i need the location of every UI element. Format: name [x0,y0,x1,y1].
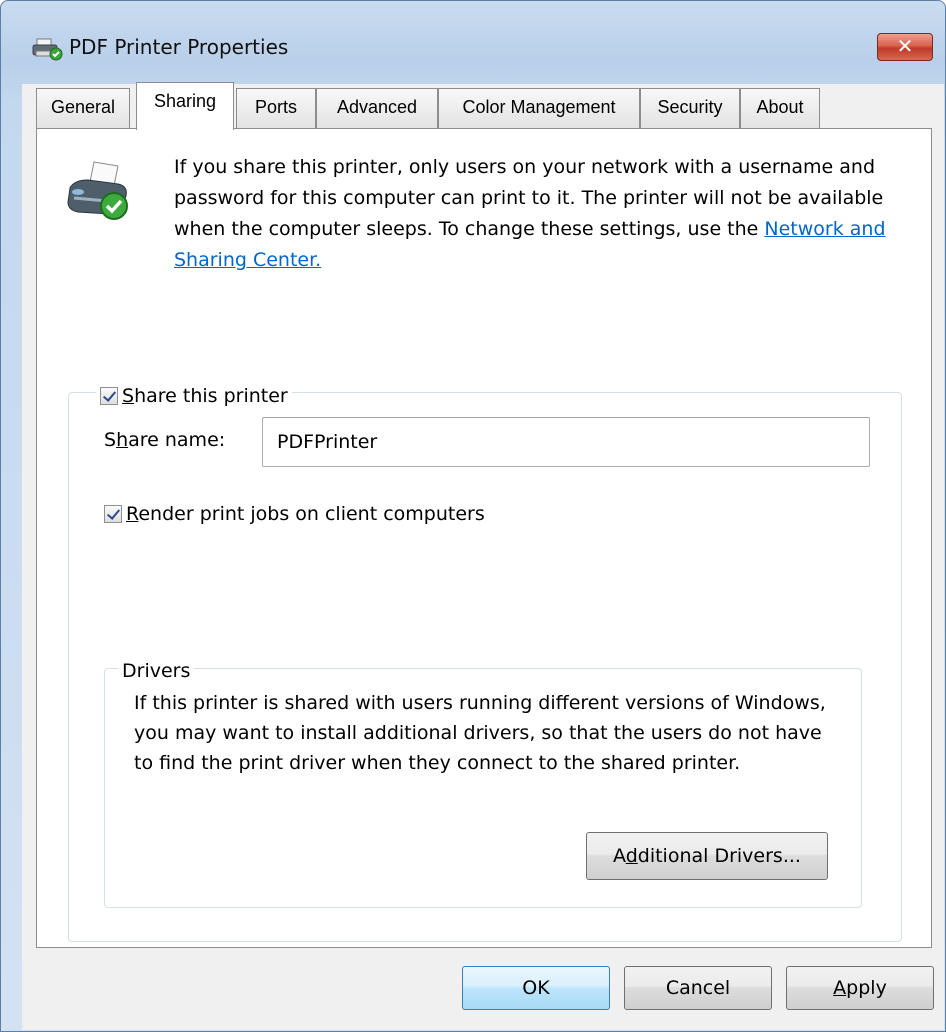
close-icon: ✕ [896,34,914,58]
tab-label: Color Management [462,97,616,117]
tab-general[interactable]: General [36,88,130,128]
tab-label: Sharing [153,91,217,111]
tab-label: About [756,97,804,117]
window-title: PDF Printer Properties [69,35,289,59]
printer-shared-icon [67,161,128,220]
tab-label: Security [657,97,723,117]
ok-button[interactable]: OK [462,966,610,1010]
tab-security[interactable]: Security [640,88,740,128]
apply-button[interactable]: Apply [786,966,934,1010]
tab-ports[interactable]: Ports [236,88,316,128]
tab-sharing[interactable]: Sharing [136,82,234,130]
sharing-intro-text: If you share this printer, only users on… [174,152,914,276]
drivers-legend: Drivers [118,658,195,684]
render-checkbox-label: Render print jobs on client computers [126,503,485,525]
title-bar: PDF Printer Properties ✕ [1,1,945,81]
tab-about[interactable]: About [740,88,820,128]
tab-label: Advanced [336,97,418,117]
tab-label: Ports [254,97,297,117]
tab-color-management[interactable]: Color Management [438,88,640,128]
close-button[interactable]: ✕ [877,33,933,61]
render-print-jobs-checkbox[interactable] [104,505,122,523]
share-name-label: Share name: [104,429,226,451]
tab-advanced[interactable]: Advanced [316,88,438,128]
tab-label: General [50,97,116,117]
share-this-printer-checkbox-row[interactable]: Share this printer [96,382,292,410]
share-this-printer-checkbox[interactable] [100,387,118,405]
drivers-description: If this printer is shared with users run… [134,692,826,774]
render-print-jobs-checkbox-row[interactable]: Render print jobs on client computers [104,500,485,528]
additional-drivers-button[interactable]: Additional Drivers... [586,832,828,880]
cancel-button[interactable]: Cancel [624,966,772,1010]
printer-shared-icon [32,38,63,61]
share-checkbox-label: Share this printer [122,385,288,407]
share-name-input[interactable] [262,417,870,467]
